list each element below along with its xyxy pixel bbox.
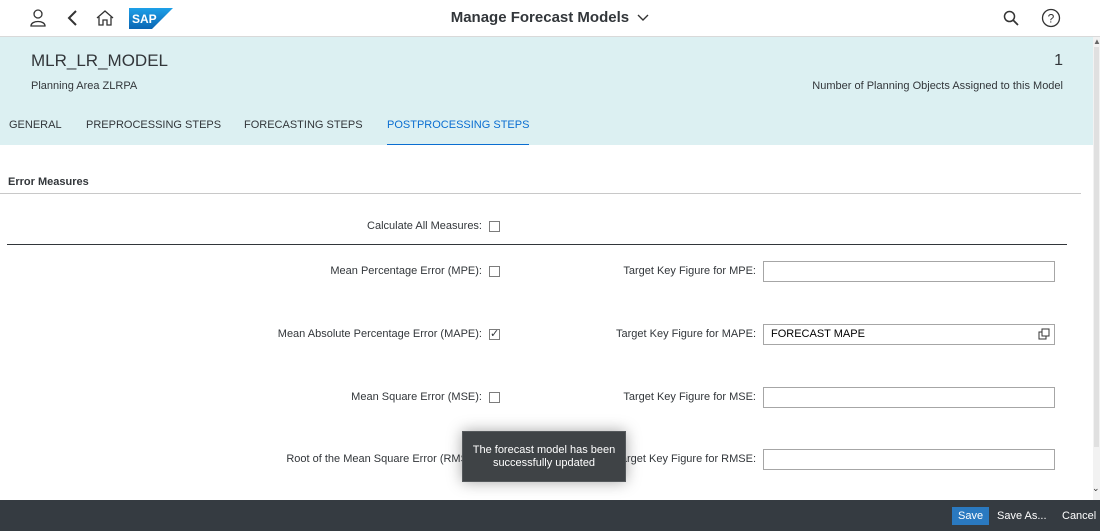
section-title: Error Measures (8, 176, 89, 188)
mse-checkbox[interactable] (489, 392, 500, 403)
svg-text:?: ? (1048, 12, 1055, 26)
kpi-value: 1 (1054, 52, 1063, 69)
app-title-menu[interactable]: Manage Forecast Models (451, 9, 650, 26)
search-icon[interactable] (1001, 8, 1021, 28)
mse-target-label: Target Key Figure for MSE: (623, 391, 756, 403)
mse-target-input[interactable] (763, 387, 1055, 408)
home-icon[interactable] (95, 8, 115, 28)
help-icon[interactable]: ? (1041, 8, 1061, 28)
calc-all-label: Calculate All Measures: (367, 220, 482, 232)
checkmark-icon: ✓ (490, 328, 500, 340)
chevron-down-icon (637, 14, 649, 21)
rmse-target-label: Target Key Figure for RMSE: (615, 453, 756, 465)
mape-checkbox[interactable]: ✓ (489, 328, 500, 340)
tab-forecasting[interactable]: FORECASTING STEPS (244, 119, 363, 144)
save-as-button[interactable]: Save As... (997, 507, 1047, 525)
mape-target-value: FORECAST MAPE (771, 328, 865, 340)
value-help-icon[interactable] (1038, 328, 1050, 340)
calc-all-checkbox[interactable] (489, 221, 500, 232)
tab-preprocessing[interactable]: PREPROCESSING STEPS (86, 119, 221, 144)
page-subtitle: Planning Area ZLRPA (31, 80, 138, 92)
scrollbar[interactable]: ▲ ⌄ (1092, 37, 1100, 500)
mpe-target-input[interactable] (763, 261, 1055, 282)
toast-message: The forecast model has been successfully… (462, 431, 626, 482)
tab-general[interactable]: GENERAL (9, 119, 62, 144)
scroll-thumb[interactable] (1094, 47, 1099, 447)
mpe-target-label: Target Key Figure for MPE: (623, 265, 756, 277)
sap-logo[interactable]: SAP (129, 8, 173, 29)
mape-target-input[interactable]: FORECAST MAPE (763, 324, 1055, 345)
mape-target-label: Target Key Figure for MAPE: (616, 328, 756, 340)
tab-postprocessing[interactable]: POSTPROCESSING STEPS (387, 119, 530, 146)
footer-toolbar: Save Save As... Cancel (0, 500, 1100, 531)
shell-bar: SAP Manage Forecast Models ? (0, 0, 1100, 37)
save-button[interactable]: Save (952, 507, 990, 525)
mape-label: Mean Absolute Percentage Error (MAPE): (277, 328, 482, 340)
section-divider (0, 193, 1081, 194)
mse-label: Mean Square Error (MSE): (351, 391, 482, 403)
mpe-checkbox[interactable] (489, 266, 500, 277)
user-icon[interactable] (28, 8, 48, 28)
rmse-label: Root of the Mean Square Error (RMSE): (286, 453, 482, 465)
scroll-up-icon[interactable]: ▲ (1093, 37, 1100, 46)
app-title-text: Manage Forecast Models (450, 9, 630, 26)
back-icon[interactable] (62, 8, 82, 28)
mpe-label: Mean Percentage Error (MPE): (330, 265, 482, 277)
scroll-down-icon[interactable]: ⌄ (1092, 483, 1100, 494)
cancel-button[interactable]: Cancel (1062, 507, 1096, 525)
kpi-label: Number of Planning Objects Assigned to t… (812, 80, 1063, 92)
measures-divider (7, 244, 1067, 245)
rmse-target-input[interactable] (763, 449, 1055, 470)
object-header: MLR_LR_MODEL Planning Area ZLRPA 1 Numbe… (0, 37, 1093, 146)
page-title: MLR_LR_MODEL (31, 51, 168, 70)
sap-logo-text: SAP (132, 12, 157, 26)
